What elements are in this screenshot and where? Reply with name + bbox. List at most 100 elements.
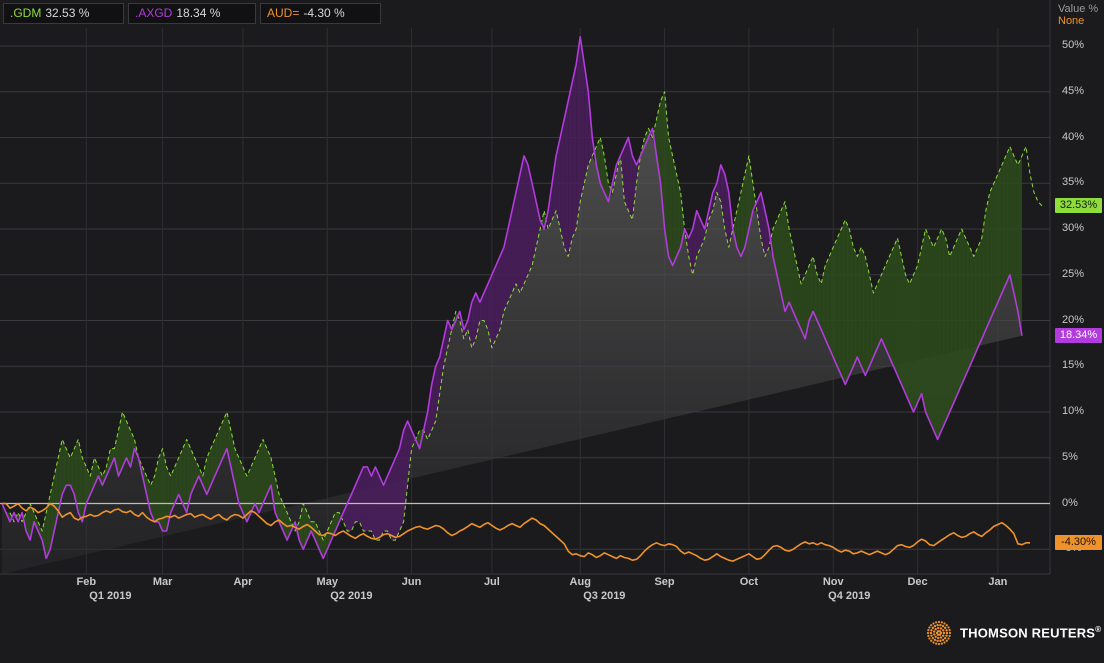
brand-dot <box>943 641 946 644</box>
area-fill-gdm-above <box>905 274 910 403</box>
brand-dot <box>937 626 940 630</box>
area-fill-gdm-above <box>957 229 962 394</box>
area-fill-gdm-above <box>1013 155 1018 312</box>
legend-aud-value: -4.30 % <box>303 6 345 20</box>
y-tick-label: 10% <box>1062 405 1085 417</box>
brand-dot <box>934 635 937 638</box>
brand-dot <box>939 627 943 630</box>
brand-dot <box>926 631 930 635</box>
brand-dot <box>940 642 943 645</box>
brand-dot <box>945 624 948 627</box>
brand-name-text: THOMSON REUTERS <box>960 625 1096 641</box>
brand-logo: THOMSON REUTERS® <box>926 620 1101 646</box>
quarter-label: Q2 2019 <box>330 590 373 602</box>
area-fill-gdm-above <box>989 183 994 321</box>
y-tick-label: 0% <box>1062 496 1078 509</box>
area-fill-gdm-above <box>925 229 930 422</box>
brand-dot <box>939 639 942 643</box>
area-fill-gdm-above <box>258 439 264 513</box>
area-fill-gdm-above <box>917 247 922 403</box>
brand-dot <box>948 629 951 632</box>
brand-dot <box>937 636 940 640</box>
y-tick-label: 40% <box>1062 130 1085 143</box>
brand-dot <box>940 621 943 624</box>
area-fill-gdm-above <box>841 219 846 385</box>
area-fill-gdm-above <box>881 265 886 348</box>
brand-dot <box>931 626 935 630</box>
area-fill-gdm-above <box>953 238 958 403</box>
area-fill-gdm-above <box>965 238 970 376</box>
area-fill-axgd-above <box>568 82 573 257</box>
area-fill-axgd-above <box>520 155 525 294</box>
y-tick-label: 45% <box>1062 84 1085 97</box>
thomson-reuters-dots-icon <box>926 620 952 646</box>
x-tick-label: Nov <box>822 576 844 588</box>
legend-gdm-value: 32.53 % <box>45 6 90 20</box>
area-fill-gdm-above <box>829 247 834 358</box>
legend-gdm[interactable]: .GDM 32.53 % <box>3 3 124 24</box>
brand-dot <box>936 639 939 643</box>
legend-aud[interactable]: AUD= -4.30 % <box>260 3 381 24</box>
legend-axgd-value: 18.34 % <box>176 6 221 20</box>
area-fill-gdm-above <box>1017 155 1022 336</box>
area-fill-axgd-above <box>624 137 629 211</box>
area-fill-axgd-above <box>491 265 496 348</box>
brand-dot <box>945 631 949 635</box>
brand-dot <box>941 624 945 628</box>
brand-dot <box>941 638 945 642</box>
x-tick-label: Jun <box>401 576 422 588</box>
area-fill-gdm-above <box>1009 146 1014 294</box>
last-value-gdm: 32.53% <box>1055 198 1102 214</box>
brand-dot <box>933 630 936 633</box>
area-fill-gdm-above <box>845 219 850 385</box>
units-mode[interactable]: None <box>1058 15 1098 27</box>
x-tick-label: Dec <box>907 576 928 588</box>
area-fill-gdm-above <box>668 137 673 266</box>
area-fill-gdm-above <box>913 265 918 412</box>
area-fill-gdm-above <box>833 238 838 367</box>
area-fill-axgd-above <box>576 36 581 229</box>
brand-dot <box>932 622 935 625</box>
brand-dot <box>943 636 947 640</box>
last-value-aud: -4.30% <box>1055 535 1102 551</box>
brand-dot <box>929 631 933 635</box>
brand-dot <box>928 626 931 629</box>
area-fill-gdm-above <box>909 274 914 412</box>
y-tick-label: 25% <box>1062 267 1085 280</box>
y-tick-label: 5% <box>1062 450 1078 463</box>
area-fill-gdm-above <box>893 238 898 376</box>
area-fill-gdm-above <box>1001 155 1006 294</box>
area-fill-gdm-above <box>941 229 946 431</box>
brand-dot <box>945 629 948 632</box>
area-fill-axgd-above <box>564 100 569 257</box>
brand-dot <box>933 638 937 642</box>
area-fill-gdm-above <box>865 256 870 376</box>
x-tick-label: Mar <box>152 576 173 588</box>
area-fill-gdm-above <box>885 256 890 358</box>
brand-dot <box>927 629 930 632</box>
brand-dot <box>937 642 941 646</box>
y-tick-label: 15% <box>1062 359 1085 372</box>
legend-axgd-symbol: .AXGD <box>135 6 173 20</box>
area-fill-gdm-above <box>853 247 858 367</box>
brand-dot <box>928 637 931 640</box>
area-fill-gdm-above <box>901 256 906 394</box>
area-fill-axgd-above <box>391 457 396 541</box>
area-fill-gdm-above <box>672 155 677 266</box>
brand-dot <box>927 634 930 637</box>
y-tick-label: 35% <box>1062 176 1085 189</box>
area-fill-gdm-above <box>857 247 862 367</box>
quarter-label: Q1 2019 <box>89 590 132 602</box>
legend-axgd[interactable]: .AXGD 18.34 % <box>128 3 256 24</box>
y-tick-label: 20% <box>1062 313 1085 326</box>
brand-dot <box>932 641 935 644</box>
area-fill-gdm-above <box>977 238 982 348</box>
brand-dot <box>942 634 945 637</box>
x-tick-label: Aug <box>569 576 591 588</box>
area-fill-gdm-above <box>837 229 842 376</box>
brand-dot <box>930 634 933 637</box>
brand-dot <box>935 621 938 624</box>
brand-dot <box>934 628 937 631</box>
area-fill-gdm-above <box>182 439 187 513</box>
axis-units: Value % None <box>1058 3 1098 27</box>
